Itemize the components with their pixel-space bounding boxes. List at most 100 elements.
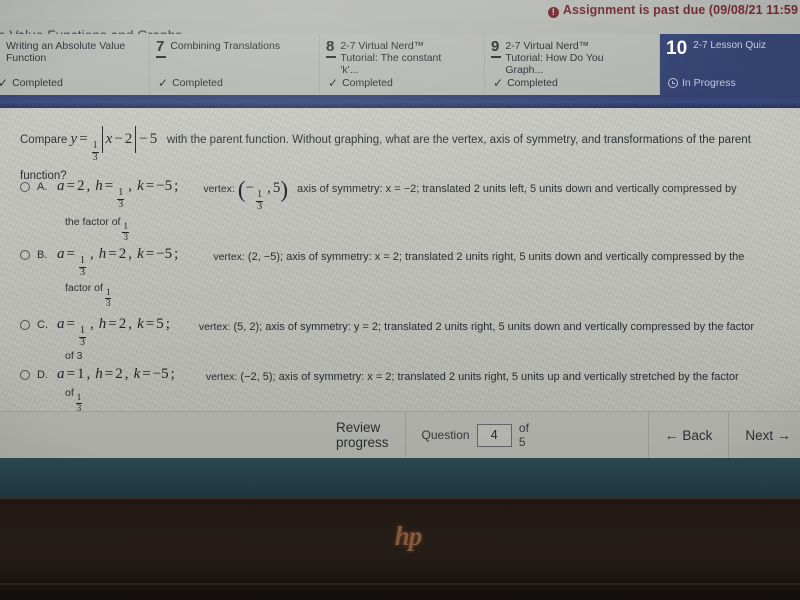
radio-button-b[interactable]	[20, 250, 30, 260]
lesson-status: ✓ Completed	[328, 77, 393, 89]
radio-button-a[interactable]	[20, 182, 30, 192]
question-number-input[interactable]: 4	[476, 423, 512, 447]
option-c-vertex: vertex: (5, 2); axis of symmetry: y = 2;…	[199, 321, 754, 333]
app-screen: ! Assignment is past due (09/08/21 11:59 …	[0, 0, 800, 459]
lesson-name: 2-7 Lesson Quiz	[693, 40, 766, 51]
option-d-description: axis of symmetry: x = 2; translated 2 un…	[278, 371, 739, 383]
option-a-h-fraction: 13	[117, 187, 125, 210]
lesson-status: ✓ Completed	[158, 77, 223, 89]
check-icon: ✓	[328, 76, 339, 90]
option-b-description: axis of symmetry: x = 2; translated 2 un…	[286, 251, 745, 263]
option-letter-b: B.	[37, 249, 48, 261]
back-button[interactable]: ← Back	[647, 411, 729, 459]
lesson-card-combining-translations[interactable]: 7 Combining Translations ✓ Completed	[150, 34, 320, 95]
answer-option-d[interactable]: D. a = 1, h = 2, k = −5; vertex: (−2, 5); axis…	[20, 366, 790, 413]
equation-inner-number: 2	[124, 131, 133, 147]
photo-of-laptop-screen: ! Assignment is past due (09/08/21 11:59 …	[0, 0, 800, 600]
check-icon: ✓	[0, 76, 9, 90]
lesson-status: ✓ Completed	[0, 77, 63, 89]
radio-button-c[interactable]	[20, 320, 30, 330]
vertex-label: vertex:	[213, 251, 245, 263]
next-button-label: Next	[745, 427, 774, 443]
option-c-continuation: of 3	[65, 350, 83, 362]
past-due-alert: ! Assignment is past due (09/08/21 11:59	[547, 2, 798, 18]
lesson-status: ✓ Completed	[493, 77, 558, 89]
option-a-description: axis of symmetry: x = −2; translated 2 u…	[297, 183, 737, 195]
chromeos-shelf	[0, 458, 800, 497]
option-b-parameters: a = 1 3, h = 2, k = −5;	[57, 246, 179, 278]
check-icon: ✓	[493, 76, 504, 90]
lesson-name: Writing an Absolute Value Function	[6, 40, 126, 64]
bezel-seam	[0, 583, 800, 585]
vertex-label: vertex:	[203, 183, 235, 195]
lesson-number: 7	[156, 39, 167, 58]
lesson-status-label: Completed	[172, 77, 223, 89]
radio-button-d[interactable]	[20, 370, 30, 380]
review-progress-button[interactable]: Review progress	[320, 412, 405, 459]
option-letter-d: D.	[37, 369, 48, 381]
fraction-denominator: 3	[91, 152, 99, 163]
lesson-number: 10	[666, 38, 688, 59]
option-c-parameters: a = 1 3, h = 2, k = 5;	[57, 316, 170, 348]
lesson-card-virtual-nerd-how-do-you-graph[interactable]: 9 2-7 Virtual Nerd™ Tutorial: How Do You…	[485, 34, 660, 95]
option-b-continuation: factor of 1 3	[65, 282, 112, 308]
option-b-factor-fraction: 13	[104, 287, 112, 308]
past-due-alert-bar: ! Assignment is past due (09/08/21 11:59	[0, 0, 800, 20]
answer-option-b[interactable]: B. a = 1 3, h = 2, k = −5; vertex: (2, −5); axi…	[20, 246, 790, 308]
equation-trailing-operator: −	[139, 131, 148, 147]
option-c-vertex-value: (5, 2);	[233, 321, 263, 333]
lesson-status-label: Completed	[342, 77, 393, 89]
option-d-vertex: vertex: (−2, 5); axis of symmetry: x = 2…	[206, 371, 739, 383]
hp-logo: hp	[394, 520, 423, 551]
quiz-content-area: Compare y = 1 3 x −2−5 with the parent functi…	[0, 108, 800, 413]
question-body: with the parent function. Without graphi…	[166, 134, 751, 146]
back-button-label: Back	[682, 427, 713, 443]
quiz-toolbar: Review progress Question 4 of 5 ← Back N…	[0, 411, 800, 459]
option-b-a-fraction: 13	[78, 255, 86, 278]
option-d-parameters: a = 1, h = 2, k = −5;	[57, 366, 175, 382]
option-b-vertex: vertex: (2, −5); axis of symmetry: x = 2…	[213, 251, 744, 263]
vertex-label: vertex:	[205, 371, 238, 383]
next-button[interactable]: Next →	[728, 411, 800, 459]
option-a-parameters: a = 2, h = 1 3, k = −5;	[57, 178, 179, 210]
lesson-card-virtual-nerd-constant-k[interactable]: 8 2-7 Virtual Nerd™ Tutorial: The consta…	[320, 34, 485, 95]
option-d-k-value: −5	[152, 366, 169, 382]
equation-equals: =	[79, 131, 88, 147]
lesson-number: 8	[326, 39, 337, 58]
answer-option-a[interactable]: A. a = 2, h = 1 3, k = −5; vertex: (− 1 3, 5) axis…	[20, 178, 790, 242]
clock-icon	[668, 78, 678, 88]
option-c-description: axis of symmetry: y = 2; translated 2 un…	[265, 321, 755, 333]
option-c-a-fraction: 13	[78, 325, 86, 348]
nav-separator-band	[0, 95, 800, 108]
lesson-status: In Progress	[668, 77, 736, 89]
option-d-h-value: 2	[115, 366, 123, 382]
question-equation: y = 1 3 x −2−5	[71, 126, 161, 163]
option-a-factor-fraction: 13	[122, 221, 129, 242]
lesson-navigation-bar: Writing an Absolute Value Function ✓ Com…	[0, 34, 800, 95]
arrow-right-icon: →	[776, 427, 791, 443]
equation-inner-operator: −	[114, 131, 123, 147]
lesson-card-writing-absolute-value-function[interactable]: Writing an Absolute Value Function ✓ Com…	[0, 34, 150, 95]
option-a-vertex: vertex: (− 1 3, 5) axis of symmetry: x = −2…	[203, 177, 737, 212]
option-a-k-value: −5	[156, 178, 173, 194]
vertex-x-fraction: 13	[256, 189, 264, 212]
option-b-vertex-value: (2, −5);	[247, 251, 284, 263]
lesson-name: 2-7 Virtual Nerd™ Tutorial: How Do You G…	[505, 40, 604, 76]
lesson-card-lesson-quiz-active[interactable]: 10 2-7 Lesson Quiz In Progress	[660, 34, 800, 95]
check-icon: ✓	[158, 76, 169, 90]
lesson-status-label: In Progress	[682, 77, 736, 89]
equation-coefficient-fraction: 13	[91, 140, 99, 163]
question-navigator: Question 4 of 5	[404, 411, 552, 459]
fraction-numerator: 1	[92, 140, 98, 151]
question-lead: Compare	[20, 134, 68, 146]
lesson-name: 2-7 Virtual Nerd™ Tutorial: The constant…	[340, 40, 442, 76]
answer-option-c[interactable]: C. a = 1 3, h = 2, k = 5; vertex: (5, 2); axis …	[20, 316, 790, 364]
lesson-name: Combining Translations	[170, 40, 281, 52]
option-d-vertex-value: (−2, 5);	[240, 371, 276, 383]
lesson-number: 9	[491, 39, 502, 58]
vertex-label: vertex:	[198, 321, 231, 333]
equation-trailing-number: 5	[149, 131, 158, 147]
past-due-alert-text: Assignment is past due (09/08/21 11:59	[562, 2, 798, 17]
absolute-value-bars: x −2	[101, 126, 137, 153]
alert-circle-icon: !	[547, 6, 559, 18]
